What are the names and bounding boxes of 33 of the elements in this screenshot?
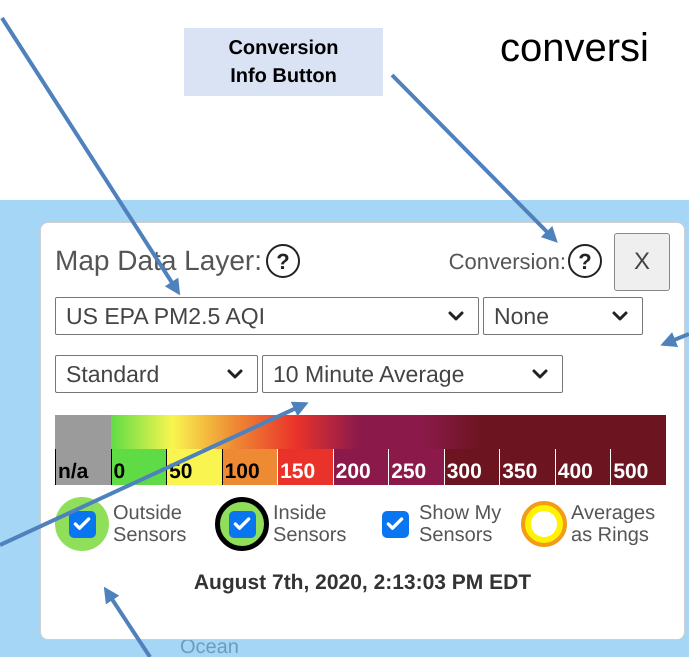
scale-label: 150	[277, 449, 333, 485]
callout-label: Conversion Info Button	[184, 28, 383, 96]
option-label: Averages as Rings	[571, 502, 656, 546]
scale-label: 500	[610, 449, 666, 485]
timestamp: August 7th, 2020, 2:13:03 PM EDT	[194, 570, 532, 596]
help-button[interactable]: ?	[266, 244, 300, 278]
scale-label: 300	[444, 449, 500, 485]
dropdown[interactable]: US EPA PM2.5 AQI	[55, 297, 479, 335]
scale-label: 100	[222, 449, 278, 485]
scale-label: n/a	[55, 449, 111, 485]
option-label: Outside Sensors	[113, 502, 188, 546]
ring-marker[interactable]	[521, 501, 567, 547]
map-label: Ocean	[180, 635, 239, 657]
arrow	[660, 332, 689, 347]
help-button[interactable]: ?	[568, 244, 602, 278]
scale-label: 250	[388, 449, 444, 485]
close-button[interactable]: X	[614, 233, 670, 291]
option-label: Inside Sensors	[273, 502, 348, 546]
checkbox[interactable]	[228, 510, 256, 538]
checkbox[interactable]	[382, 510, 408, 538]
scale-label: 350	[499, 449, 555, 485]
checkbox[interactable]	[68, 510, 96, 538]
scale-swatch	[55, 415, 111, 449]
dropdown[interactable]: 10 Minute Average	[262, 355, 563, 393]
scale-label: 0	[110, 449, 166, 485]
dropdown[interactable]: None	[483, 297, 643, 335]
scale-label: 200	[332, 449, 388, 485]
option-label: Show My Sensors	[419, 502, 502, 546]
scale-label: 400	[554, 449, 610, 485]
arrow	[104, 586, 152, 657]
conversion-label: Conversion:	[448, 248, 566, 276]
heading-text: conversi	[500, 25, 649, 72]
dropdown[interactable]: Standard	[55, 355, 258, 393]
